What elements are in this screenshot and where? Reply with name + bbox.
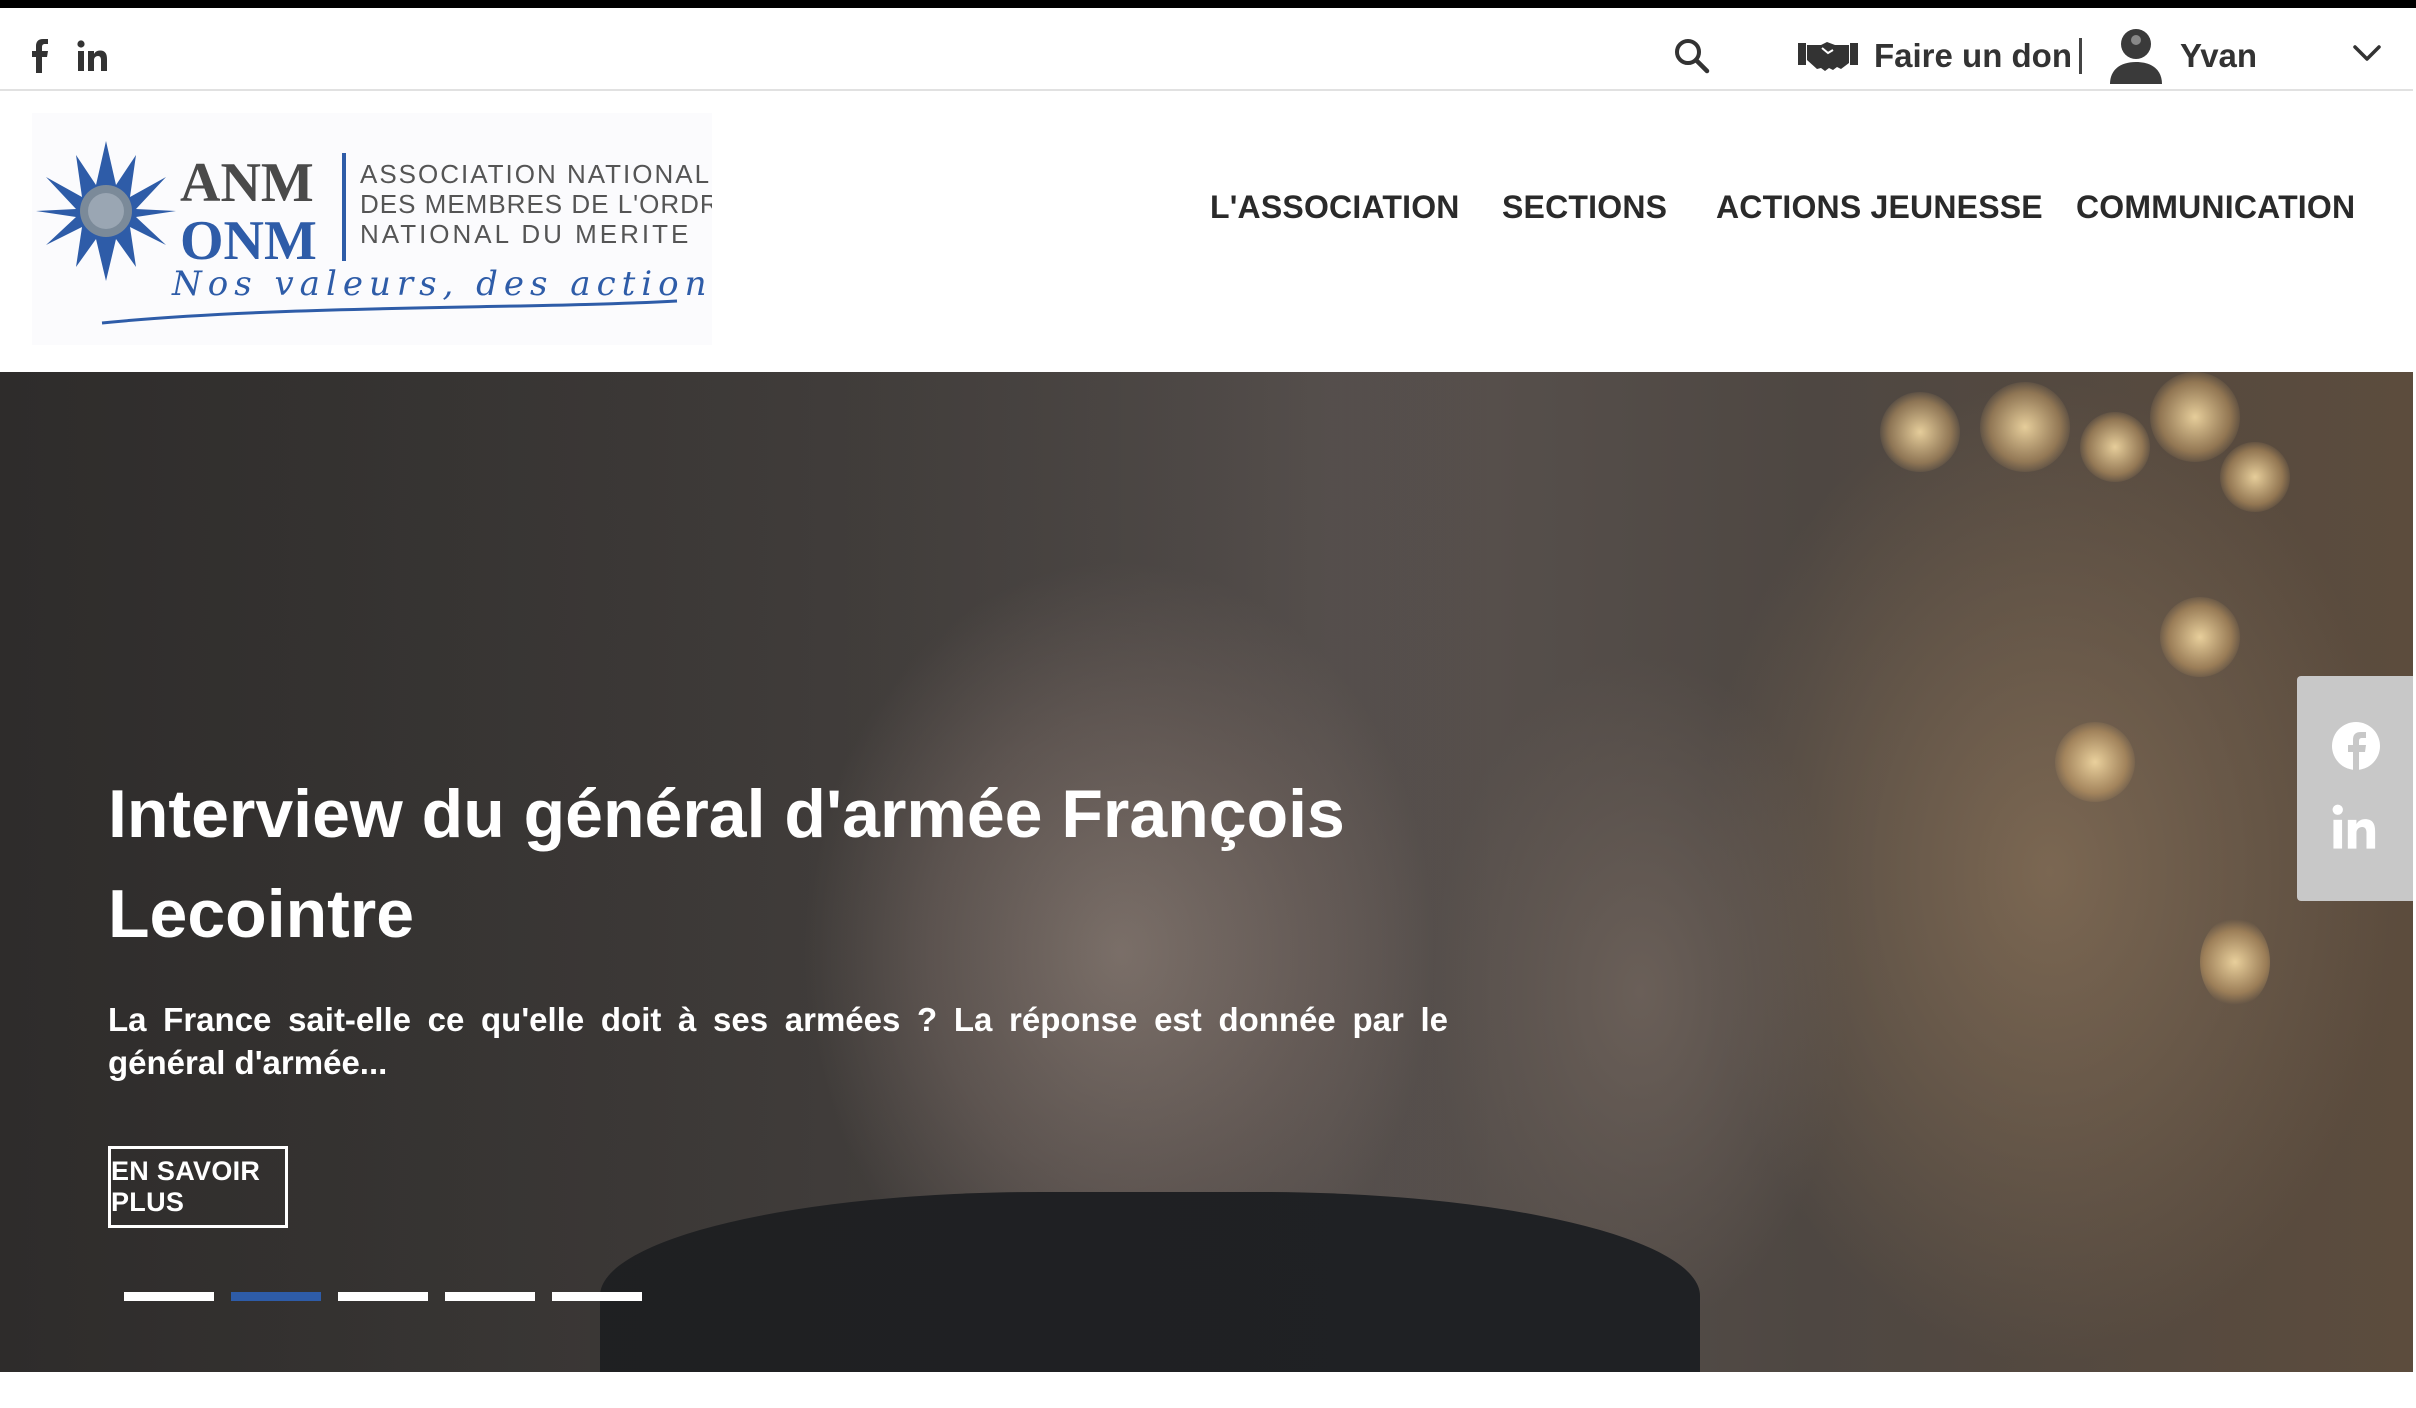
bokeh-light (1980, 382, 2070, 472)
bokeh-light (2150, 372, 2240, 462)
nav-item-sections[interactable]: SECTIONS (1502, 91, 1667, 323)
share-panel (2297, 676, 2413, 901)
slide-indicator-4[interactable] (445, 1292, 535, 1301)
hero-title: Interview du général d'armée François Le… (108, 776, 1345, 952)
site-logo[interactable]: ANM ONM ASSOCIATION NATIONALE DES MEMBRE… (32, 113, 737, 345)
search-icon[interactable] (1672, 32, 1712, 80)
nav-label: L'ASSOCIATION (1210, 188, 1460, 225)
user-name[interactable]: Yvan (2180, 32, 2257, 80)
slide-indicator-3[interactable] (338, 1292, 428, 1301)
chevron-down-icon[interactable] (2352, 38, 2382, 73)
donate-link[interactable]: Faire un don (1798, 28, 2072, 84)
slide-indicator-2[interactable] (231, 1292, 321, 1301)
top-border (0, 0, 2416, 8)
facebook-icon[interactable] (26, 32, 52, 80)
donate-label: Faire un don (1874, 37, 2072, 74)
nav-label: ACTIONS JEUNESSE (1716, 188, 2043, 225)
slide-indicator-1[interactable] (124, 1292, 214, 1301)
nav-label: COMMUNICATION (2076, 188, 2356, 225)
star-emblem-icon (36, 141, 176, 281)
slider-pagination (124, 1292, 642, 1301)
svg-text:DES MEMBRES DE L'ORDRE: DES MEMBRES DE L'ORDRE (360, 189, 712, 219)
bokeh-light (2055, 722, 2135, 802)
avatar[interactable] (2108, 24, 2164, 84)
bokeh-light (2220, 442, 2290, 512)
bokeh-light (1880, 392, 1960, 472)
nav-item-association[interactable]: L'ASSOCIATION (1210, 91, 1460, 323)
hero-description: La France sait-elle ce qu'elle doit à se… (108, 1001, 1448, 1081)
bokeh-light (2200, 917, 2270, 1007)
handshake-icon (1798, 37, 1858, 76)
utility-bar: Faire un don Yvan (0, 8, 2413, 91)
svg-text:NATIONAL DU MERITE: NATIONAL DU MERITE (360, 219, 691, 249)
nav-item-communication[interactable]: COMMUNICATION (2076, 91, 2355, 323)
svg-text:ONM: ONM (180, 210, 317, 272)
bokeh-light (2080, 412, 2150, 482)
site-header: ANM ONM ASSOCIATION NATIONALE DES MEMBRE… (0, 91, 2413, 371)
nav-label: SECTIONS (1502, 188, 1668, 225)
svg-text:Nos valeurs, des actions: Nos valeurs, des actions (171, 264, 712, 304)
svg-text:ASSOCIATION NATIONALE: ASSOCIATION NATIONALE (360, 159, 712, 189)
linkedin-icon[interactable] (2332, 804, 2378, 855)
facebook-icon[interactable] (2331, 721, 2381, 776)
learn-more-button[interactable]: EN SAVOIR PLUS (108, 1146, 288, 1228)
hero-slider[interactable]: Interview du général d'armée François Le… (0, 372, 2413, 1372)
svg-text:ANM: ANM (180, 152, 314, 214)
slide-indicator-5[interactable] (552, 1292, 642, 1301)
nav-item-actions-jeunesse[interactable]: ACTIONS JEUNESSE (1716, 91, 2043, 323)
linkedin-icon[interactable] (76, 32, 110, 80)
bokeh-light (2160, 597, 2240, 677)
utility-separator (2079, 38, 2082, 74)
